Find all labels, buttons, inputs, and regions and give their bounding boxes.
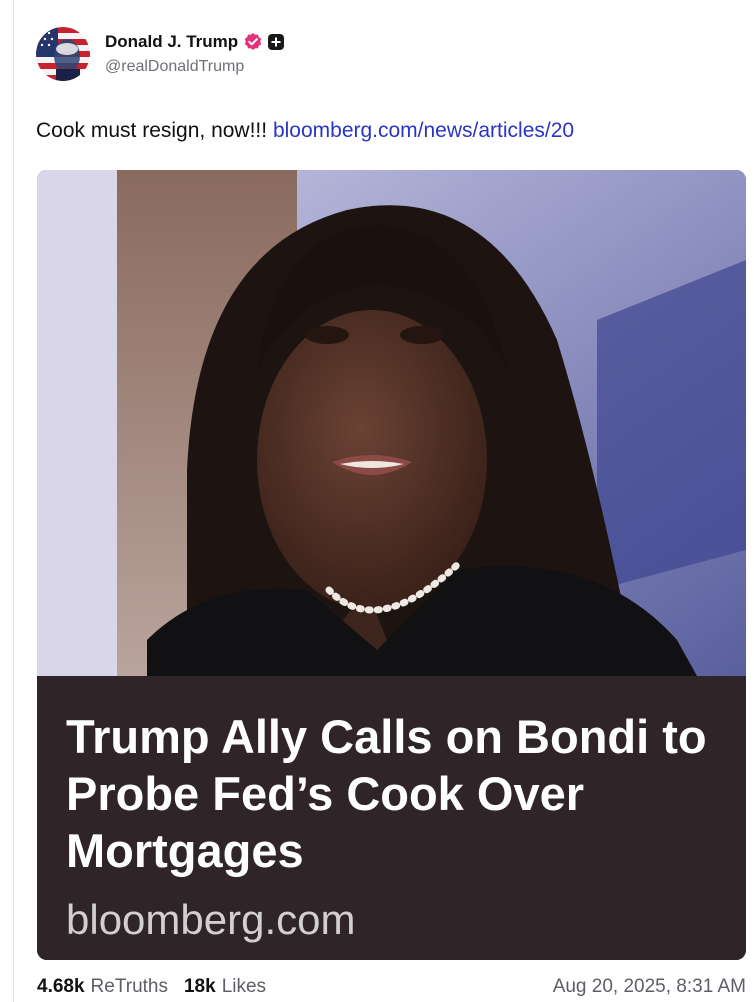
article-domain: bloomberg.com: [66, 896, 356, 943]
retruths-label: ReTruths: [90, 976, 168, 997]
flag-portrait-avatar-icon: [36, 27, 90, 81]
post-timestamp[interactable]: Aug 20, 2025, 8:31 AM: [553, 976, 746, 998]
retruths-stat[interactable]: 4.68k ReTruths: [37, 976, 168, 998]
post-footer: 4.68k ReTruths 18k Likes Aug 20, 2025, 8…: [37, 975, 746, 999]
article-photo-icon: [37, 170, 746, 676]
article-title[interactable]: Trump Ally Calls on Bondi to Probe Fed’s…: [66, 708, 736, 879]
name-row: Donald J. Trump: [105, 31, 285, 53]
feed-divider: [13, 0, 14, 1002]
avatar[interactable]: [36, 27, 90, 81]
likes-count: 18k: [183, 976, 216, 997]
post-text: Cook must resign, now!!!: [36, 119, 273, 142]
likes-label: Likes: [221, 976, 267, 997]
article-link[interactable]: bloomberg.com/news/articles/20: [273, 119, 574, 142]
verified-icon: [243, 32, 263, 52]
post-body: Cook must resign, now!!! bloomberg.com/n…: [36, 117, 574, 145]
likes-stat[interactable]: 18k Likes: [184, 976, 266, 998]
post-header: Donald J. Trump @realDonaldTrump: [36, 27, 285, 83]
retruths-count: 4.68k: [37, 976, 85, 997]
author-block: Donald J. Trump @realDonaldTrump: [105, 31, 285, 76]
link-preview-body: Trump Ally Calls on Bondi to Probe Fed’s…: [37, 676, 746, 960]
author-handle[interactable]: @realDonaldTrump: [105, 58, 285, 76]
author-name[interactable]: Donald J. Trump: [105, 32, 238, 52]
link-preview-card[interactable]: Trump Ally Calls on Bondi to Probe Fed’s…: [37, 170, 746, 960]
plus-icon: [267, 33, 285, 51]
